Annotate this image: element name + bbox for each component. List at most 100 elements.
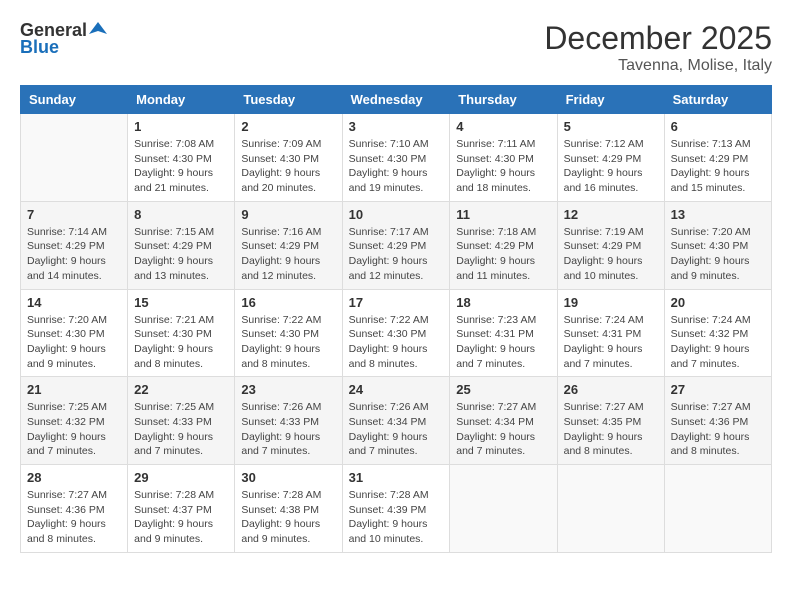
day-info: Sunrise: 7:26 AM Sunset: 4:34 PM Dayligh… xyxy=(349,400,444,459)
day-number: 29 xyxy=(134,470,228,485)
day-info: Sunrise: 7:26 AM Sunset: 4:33 PM Dayligh… xyxy=(241,400,335,459)
title-area: December 2025 Tavenna, Molise, Italy xyxy=(544,20,772,75)
day-number: 12 xyxy=(564,207,658,222)
day-info: Sunrise: 7:25 AM Sunset: 4:33 PM Dayligh… xyxy=(134,400,228,459)
calendar-cell: 8 Sunrise: 7:15 AM Sunset: 4:29 PM Daylig… xyxy=(128,201,235,289)
calendar-week-2: 7Sunrise: 7:14 AM Sunset: 4:29 PM Daylig… xyxy=(21,201,772,289)
day-info: Sunrise: 7:20 AM Sunset: 4:30 PM Dayligh… xyxy=(671,225,765,284)
day-info: Sunrise: 7:13 AM Sunset: 4:29 PM Dayligh… xyxy=(671,137,765,196)
day-info: Sunrise: 7:09 AM Sunset: 4:30 PM Dayligh… xyxy=(241,137,335,196)
calendar-cell: 22 Sunrise: 7:25 AM Sunset: 4:33 PM Dayli… xyxy=(128,377,235,465)
day-number: 14 xyxy=(27,295,121,310)
calendar-cell: 26Sunrise: 7:27 AM Sunset: 4:35 PM Dayli… xyxy=(557,377,664,465)
day-number: 18 xyxy=(456,295,550,310)
calendar-cell: 21Sunrise: 7:25 AM Sunset: 4:32 PM Dayli… xyxy=(21,377,128,465)
page-header: General Blue December 2025 Tavenna, Moli… xyxy=(20,20,772,75)
day-info: Sunrise: 7:22 AM Sunset: 4:30 PM Dayligh… xyxy=(241,313,335,372)
day-info: Sunrise: 7:14 AM Sunset: 4:29 PM Dayligh… xyxy=(27,225,121,284)
header-wednesday: Wednesday xyxy=(342,86,450,114)
day-info: Sunrise: 7:11 AM Sunset: 4:30 PM Dayligh… xyxy=(456,137,550,196)
day-info: Sunrise: 7:28 AM Sunset: 4:38 PM Dayligh… xyxy=(241,488,335,547)
location-subtitle: Tavenna, Molise, Italy xyxy=(544,57,772,75)
header-thursday: Thursday xyxy=(450,86,557,114)
day-info: Sunrise: 7:23 AM Sunset: 4:31 PM Dayligh… xyxy=(456,313,550,372)
day-number: 5 xyxy=(564,119,658,134)
month-title: December 2025 xyxy=(544,20,772,57)
day-info: Sunrise: 7:28 AM Sunset: 4:37 PM Dayligh… xyxy=(134,488,228,547)
calendar-cell: 13 Sunrise: 7:20 AM Sunset: 4:30 PM Dayli… xyxy=(664,201,771,289)
day-info: Sunrise: 7:27 AM Sunset: 4:35 PM Dayligh… xyxy=(564,400,658,459)
day-number: 11 xyxy=(456,207,550,222)
day-number: 17 xyxy=(349,295,444,310)
day-number: 2 xyxy=(241,119,335,134)
day-number: 13 xyxy=(671,207,765,222)
calendar-cell: 3 Sunrise: 7:10 AM Sunset: 4:30 PM Daylig… xyxy=(342,114,450,202)
day-info: Sunrise: 7:12 AM Sunset: 4:29 PM Dayligh… xyxy=(564,137,658,196)
calendar-week-1: 1 Sunrise: 7:08 AM Sunset: 4:30 PM Daylig… xyxy=(21,114,772,202)
calendar-cell: 9 Sunrise: 7:16 AM Sunset: 4:29 PM Daylig… xyxy=(235,201,342,289)
day-info: Sunrise: 7:24 AM Sunset: 4:31 PM Dayligh… xyxy=(564,313,658,372)
day-number: 8 xyxy=(134,207,228,222)
calendar-cell: 7Sunrise: 7:14 AM Sunset: 4:29 PM Daylig… xyxy=(21,201,128,289)
calendar-cell: 28Sunrise: 7:27 AM Sunset: 4:36 PM Dayli… xyxy=(21,465,128,553)
day-number: 24 xyxy=(349,382,444,397)
day-info: Sunrise: 7:19 AM Sunset: 4:29 PM Dayligh… xyxy=(564,225,658,284)
logo-bird-icon xyxy=(89,20,107,38)
calendar-cell: 11Sunrise: 7:18 AM Sunset: 4:29 PM Dayli… xyxy=(450,201,557,289)
day-number: 10 xyxy=(349,207,444,222)
day-info: Sunrise: 7:20 AM Sunset: 4:30 PM Dayligh… xyxy=(27,313,121,372)
calendar-cell: 14 Sunrise: 7:20 AM Sunset: 4:30 PM Dayli… xyxy=(21,289,128,377)
calendar-cell: 25 Sunrise: 7:27 AM Sunset: 4:34 PM Dayli… xyxy=(450,377,557,465)
calendar-cell: 20Sunrise: 7:24 AM Sunset: 4:32 PM Dayli… xyxy=(664,289,771,377)
calendar-week-4: 21Sunrise: 7:25 AM Sunset: 4:32 PM Dayli… xyxy=(21,377,772,465)
day-number: 23 xyxy=(241,382,335,397)
day-number: 3 xyxy=(349,119,444,134)
day-info: Sunrise: 7:27 AM Sunset: 4:34 PM Dayligh… xyxy=(456,400,550,459)
calendar-cell: 12 Sunrise: 7:19 AM Sunset: 4:29 PM Dayli… xyxy=(557,201,664,289)
day-info: Sunrise: 7:21 AM Sunset: 4:30 PM Dayligh… xyxy=(134,313,228,372)
day-number: 31 xyxy=(349,470,444,485)
calendar-cell xyxy=(450,465,557,553)
calendar-cell: 17 Sunrise: 7:22 AM Sunset: 4:30 PM Dayli… xyxy=(342,289,450,377)
header-sunday: Sunday xyxy=(21,86,128,114)
day-number: 9 xyxy=(241,207,335,222)
header-saturday: Saturday xyxy=(664,86,771,114)
header-monday: Monday xyxy=(128,86,235,114)
day-info: Sunrise: 7:22 AM Sunset: 4:30 PM Dayligh… xyxy=(349,313,444,372)
calendar-cell: 10 Sunrise: 7:17 AM Sunset: 4:29 PM Dayli… xyxy=(342,201,450,289)
day-info: Sunrise: 7:25 AM Sunset: 4:32 PM Dayligh… xyxy=(27,400,121,459)
calendar-cell: 1 Sunrise: 7:08 AM Sunset: 4:30 PM Daylig… xyxy=(128,114,235,202)
calendar-cell: 15 Sunrise: 7:21 AM Sunset: 4:30 PM Dayli… xyxy=(128,289,235,377)
day-number: 4 xyxy=(456,119,550,134)
day-info: Sunrise: 7:17 AM Sunset: 4:29 PM Dayligh… xyxy=(349,225,444,284)
day-number: 25 xyxy=(456,382,550,397)
day-number: 16 xyxy=(241,295,335,310)
calendar-cell: 5 Sunrise: 7:12 AM Sunset: 4:29 PM Daylig… xyxy=(557,114,664,202)
header-friday: Friday xyxy=(557,86,664,114)
header-tuesday: Tuesday xyxy=(235,86,342,114)
day-info: Sunrise: 7:10 AM Sunset: 4:30 PM Dayligh… xyxy=(349,137,444,196)
day-info: Sunrise: 7:15 AM Sunset: 4:29 PM Dayligh… xyxy=(134,225,228,284)
day-info: Sunrise: 7:27 AM Sunset: 4:36 PM Dayligh… xyxy=(671,400,765,459)
day-info: Sunrise: 7:28 AM Sunset: 4:39 PM Dayligh… xyxy=(349,488,444,547)
calendar-week-5: 28Sunrise: 7:27 AM Sunset: 4:36 PM Dayli… xyxy=(21,465,772,553)
calendar-cell: 2 Sunrise: 7:09 AM Sunset: 4:30 PM Daylig… xyxy=(235,114,342,202)
day-number: 22 xyxy=(134,382,228,397)
calendar-week-3: 14 Sunrise: 7:20 AM Sunset: 4:30 PM Dayli… xyxy=(21,289,772,377)
day-info: Sunrise: 7:08 AM Sunset: 4:30 PM Dayligh… xyxy=(134,137,228,196)
day-number: 15 xyxy=(134,295,228,310)
day-info: Sunrise: 7:27 AM Sunset: 4:36 PM Dayligh… xyxy=(27,488,121,547)
calendar-cell: 29 Sunrise: 7:28 AM Sunset: 4:37 PM Dayli… xyxy=(128,465,235,553)
calendar-cell: 30Sunrise: 7:28 AM Sunset: 4:38 PM Dayli… xyxy=(235,465,342,553)
logo-blue: Blue xyxy=(20,37,59,58)
calendar-cell: 24 Sunrise: 7:26 AM Sunset: 4:34 PM Dayli… xyxy=(342,377,450,465)
day-number: 6 xyxy=(671,119,765,134)
day-number: 1 xyxy=(134,119,228,134)
day-number: 27 xyxy=(671,382,765,397)
day-number: 19 xyxy=(564,295,658,310)
day-info: Sunrise: 7:24 AM Sunset: 4:32 PM Dayligh… xyxy=(671,313,765,372)
calendar-cell: 18 Sunrise: 7:23 AM Sunset: 4:31 PM Dayli… xyxy=(450,289,557,377)
day-info: Sunrise: 7:16 AM Sunset: 4:29 PM Dayligh… xyxy=(241,225,335,284)
calendar-cell xyxy=(557,465,664,553)
calendar-cell: 31 Sunrise: 7:28 AM Sunset: 4:39 PM Dayli… xyxy=(342,465,450,553)
